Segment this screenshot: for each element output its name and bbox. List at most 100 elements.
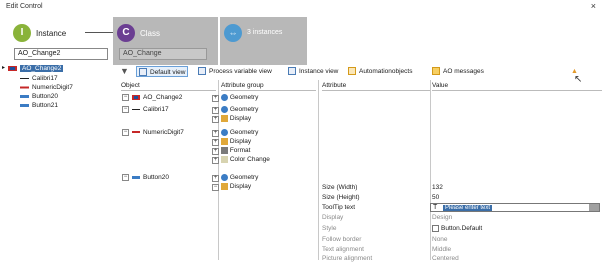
tree-item-button21[interactable]: Button21 [20, 101, 58, 110]
tree-item-label: Button21 [32, 102, 59, 109]
variable-icon [132, 95, 140, 100]
attribute-row-picture-alignment[interactable]: Picture alignment Centered [320, 254, 602, 262]
view-toolbar: ▼ Default view Process variable view Ins… [118, 66, 602, 78]
attribute-row-tooltip-text[interactable]: ToolTip text T Please enter text [320, 203, 602, 212]
geometry-icon [220, 128, 228, 136]
instances-badge-icon: ⇔ [224, 24, 242, 42]
attribute-group-format[interactable]: + Format [212, 146, 250, 155]
attribute-value[interactable]: Design [432, 213, 452, 222]
toolbar-label: Instance view [299, 68, 339, 75]
display-icon [220, 137, 228, 145]
object-row-calibri17[interactable]: − Calibri17 [122, 105, 169, 114]
wizard-steps: I Instance AO_Change2 C Class AO_Change … [0, 14, 310, 66]
attribute-row-style[interactable]: Style Button.Default [320, 224, 602, 233]
line-icon [20, 78, 29, 79]
attribute-name: ToolTip text [322, 204, 355, 211]
button-icon [20, 95, 29, 98]
column-header-attribute[interactable]: Attribute [322, 80, 430, 91]
toolbar-label: Automationobjects [359, 68, 413, 75]
step-instances[interactable]: ⇔ 3 instances [220, 17, 307, 65]
button-icon [132, 176, 140, 179]
process-variable-view-button[interactable]: Process variable view [198, 66, 272, 77]
display-icon [220, 114, 228, 122]
mouse-pointer-icon: ↖ [574, 74, 583, 85]
step-instances-label: 3 instances [247, 29, 283, 36]
warning-icon [432, 67, 440, 76]
object-row-numericdigit7[interactable]: − NumericDigit7 [122, 128, 184, 137]
process-icon [198, 67, 206, 76]
attribute-row-text-alignment[interactable]: Text alignment Middle [320, 245, 602, 254]
attribute-group-display[interactable]: + Display [212, 114, 251, 123]
style-value-text: Button.Default [441, 225, 483, 232]
group-label: Display [229, 183, 252, 190]
attribute-value[interactable]: Button.Default [432, 224, 482, 233]
attribute-group-color-change[interactable]: + Color Change [212, 155, 270, 164]
expand-icon[interactable]: + [212, 147, 219, 155]
expand-icon[interactable]: + [212, 156, 219, 164]
expand-icon[interactable]: ▸ [2, 64, 5, 73]
step-class[interactable]: C Class AO_Change [113, 17, 218, 65]
expand-icon[interactable]: + [212, 129, 219, 137]
filter-icon[interactable]: ▼ [120, 66, 129, 77]
style-icon [432, 224, 439, 232]
column-header-object[interactable]: Object [121, 80, 216, 91]
automationobjects-button[interactable]: Automationobjects [348, 66, 412, 77]
tooltip-browse-button[interactable] [589, 204, 599, 211]
collapse-icon[interactable]: − [122, 129, 129, 136]
attribute-group-geometry[interactable]: + Geometry [212, 173, 258, 182]
instance-name-input[interactable]: AO_Change2 [14, 48, 108, 60]
attribute-name: Display [322, 214, 344, 221]
collapse-icon[interactable]: − [122, 174, 129, 181]
attribute-value[interactable]: 50 [432, 193, 439, 202]
object-label: Button20 [143, 174, 170, 181]
tree-item-numericdigit7[interactable]: NumericDigit7 [20, 83, 73, 92]
attribute-row-follow-border[interactable]: Follow border None [320, 235, 602, 244]
attribute-group-geometry[interactable]: + Geometry [212, 128, 258, 137]
attribute-value[interactable]: 132 [432, 183, 443, 192]
close-button[interactable]: × [591, 1, 596, 11]
attribute-row-size-height[interactable]: Size (Height) 50 [320, 193, 602, 202]
object-tree: ▸ AO_Change2 Calibri17 NumericDigit7 But… [2, 64, 106, 260]
attribute-group-geometry[interactable]: + Geometry [212, 105, 258, 114]
tree-item-label: AO_Change2 [20, 65, 64, 72]
collapse-icon[interactable]: − [212, 183, 219, 191]
collapse-icon[interactable]: − [122, 106, 129, 113]
attribute-name: Follow border [322, 236, 362, 243]
attribute-value[interactable]: Centered [432, 254, 459, 262]
default-view-button[interactable]: Default view [136, 66, 189, 77]
tree-item-label: NumericDigit7 [32, 84, 73, 91]
group-label: Geometry [229, 106, 259, 113]
step-instance[interactable]: I Instance AO_Change2 [9, 17, 120, 65]
expand-icon[interactable]: + [212, 106, 219, 114]
class-name-input[interactable]: AO_Change [119, 48, 207, 60]
expand-icon[interactable]: + [212, 94, 219, 102]
expand-icon[interactable]: + [212, 174, 219, 182]
geometry-icon [220, 173, 228, 181]
expand-icon[interactable]: + [212, 115, 219, 123]
attribute-value[interactable]: Middle [432, 245, 451, 254]
text-cursor-icon: T [433, 204, 438, 211]
numeric-icon [20, 86, 29, 89]
step-instance-label: Instance [36, 29, 67, 38]
attribute-group-geometry[interactable]: + Geometry [212, 93, 258, 102]
ao-messages-button[interactable]: AO messages [432, 66, 484, 77]
title-bar: Edit Control × [0, 0, 604, 14]
attribute-group-display[interactable]: − Display [212, 182, 251, 191]
attribute-row-display[interactable]: Display Design [320, 213, 602, 222]
attribute-name: Style [322, 225, 337, 232]
collapse-icon[interactable]: − [122, 94, 129, 101]
instance-view-button[interactable]: Instance view [288, 66, 338, 77]
tree-item-calibri17[interactable]: Calibri17 [20, 74, 58, 83]
attribute-row-size-width[interactable]: Size (Width) 132 [320, 183, 602, 192]
attribute-value[interactable]: None [432, 235, 448, 244]
attribute-group-display[interactable]: + Display [212, 137, 251, 146]
tree-item-label: Calibri17 [32, 75, 58, 82]
tooltip-text-editor[interactable]: T Please enter text [430, 203, 600, 212]
column-header-attribute-group[interactable]: Attribute group [221, 80, 316, 91]
tree-item-ao-change2[interactable]: ▸ AO_Change2 [2, 64, 64, 73]
tooltip-text-input[interactable]: Please enter text [443, 205, 493, 211]
expand-icon[interactable]: + [212, 138, 219, 146]
tree-item-button20[interactable]: Button20 [20, 92, 58, 101]
object-row-ao-change2[interactable]: − AO_Change2 [122, 93, 182, 102]
object-row-button20[interactable]: − Button20 [122, 173, 169, 182]
